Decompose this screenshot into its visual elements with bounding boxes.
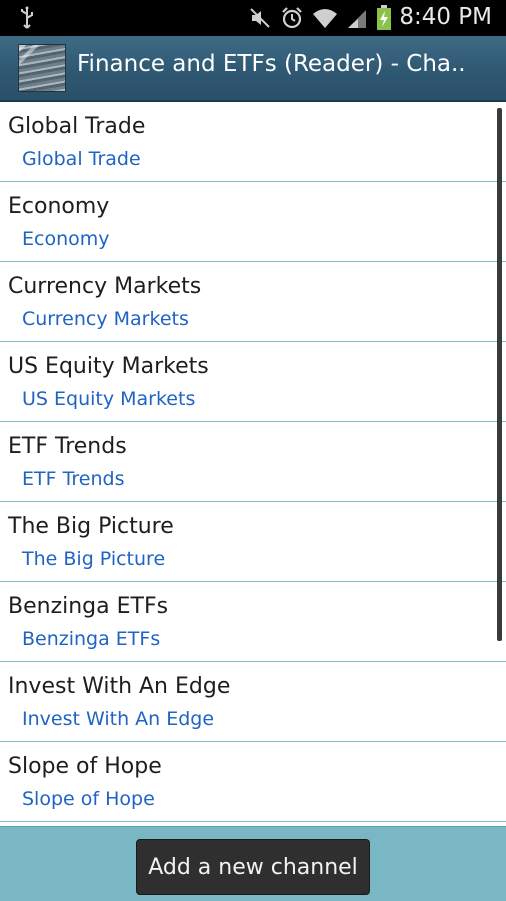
add-channel-button[interactable]: Add a new channel: [136, 839, 370, 895]
channel-subtitle: The Big Picture: [22, 548, 166, 570]
channel-title: Global Trade: [8, 114, 146, 139]
channel-list[interactable]: Global Trade Global Trade Economy Econom…: [0, 102, 506, 826]
channel-subtitle: Invest With An Edge: [22, 708, 215, 730]
channel-subtitle: Global Trade: [22, 148, 141, 170]
channel-title: Invest With An Edge: [8, 674, 231, 699]
channel-title: The Big Picture: [8, 514, 174, 539]
channel-title: Currency Markets: [8, 274, 202, 299]
channel-title: ETF Trends: [8, 434, 127, 459]
channel-title: Benzinga ETFs: [8, 594, 169, 619]
channel-title: US Equity Markets: [8, 354, 209, 379]
list-item[interactable]: Global Trade Global Trade: [0, 102, 506, 182]
usb-icon: [18, 6, 36, 34]
alarm-icon: [280, 6, 304, 34]
channel-subtitle: Benzinga ETFs: [22, 628, 161, 650]
status-time: 8:40 PM: [399, 4, 492, 30]
bottom-bar: Add a new channel: [0, 826, 506, 901]
channel-subtitle: Economy: [22, 228, 110, 250]
mute-icon: [248, 6, 272, 34]
channel-subtitle: Slope of Hope: [22, 788, 155, 810]
list-item[interactable]: US Equity Markets US Equity Markets: [0, 342, 506, 422]
signal-icon: [346, 6, 368, 34]
channel-subtitle: ETF Trends: [22, 468, 125, 490]
page-title: Finance and ETFs (Reader) - Cha..: [77, 51, 466, 77]
channel-title: Slope of Hope: [8, 754, 162, 779]
status-bar: 8:40 PM: [0, 0, 506, 36]
channel-subtitle: US Equity Markets: [22, 388, 196, 410]
app-logo-icon[interactable]: [18, 44, 66, 92]
list-item[interactable]: ETF Trends ETF Trends: [0, 422, 506, 502]
list-item[interactable]: Invest With An Edge Invest With An Edge: [0, 662, 506, 742]
scrollbar[interactable]: [497, 108, 502, 641]
list-item[interactable]: Slope of Hope Slope of Hope: [0, 742, 506, 822]
channel-title: Economy: [8, 194, 110, 219]
channel-subtitle: Currency Markets: [22, 308, 189, 330]
battery-charging-icon: [376, 5, 392, 35]
list-item[interactable]: Currency Markets Currency Markets: [0, 262, 506, 342]
list-item[interactable]: The Big Picture The Big Picture: [0, 502, 506, 582]
wifi-icon: [312, 6, 338, 34]
list-item[interactable]: Economy Economy: [0, 182, 506, 262]
action-bar: Finance and ETFs (Reader) - Cha..: [0, 36, 506, 102]
list-item[interactable]: Benzinga ETFs Benzinga ETFs: [0, 582, 506, 662]
